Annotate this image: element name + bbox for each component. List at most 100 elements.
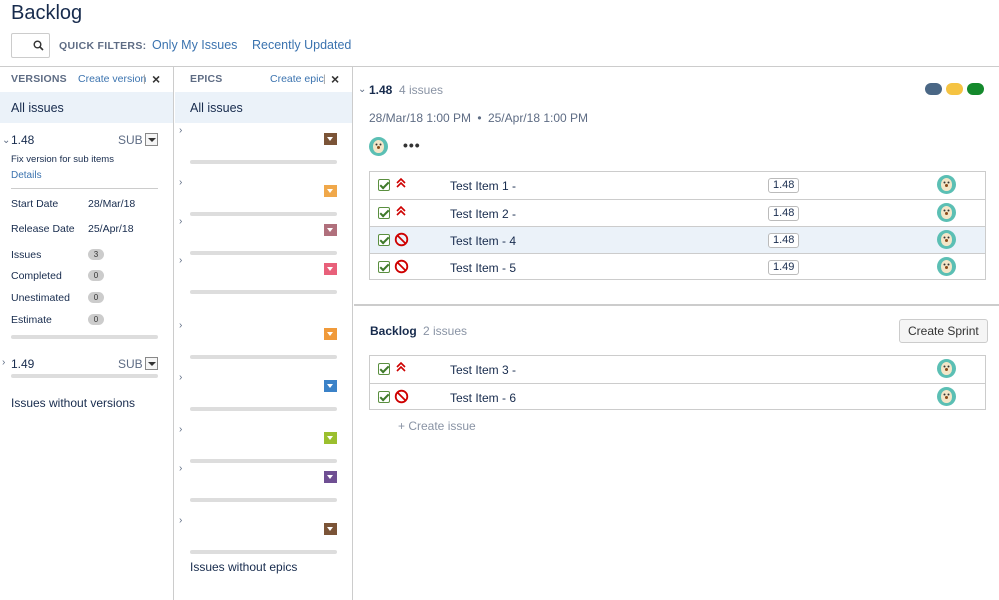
backlog-issue-list: Test Item 3 - Test Item - 6 xyxy=(369,355,986,410)
assignee-avatar[interactable] xyxy=(937,257,956,276)
issue-summary[interactable]: Test Item 1 - xyxy=(450,179,516,193)
chevron-right-icon[interactable]: › xyxy=(179,320,182,331)
search-input[interactable] xyxy=(11,33,50,58)
version-tag: 1.48 xyxy=(768,233,800,248)
close-versions-icon[interactable]: × xyxy=(152,71,160,87)
versions-all-issues[interactable]: All issues xyxy=(0,92,173,123)
version-tag: 1.48 xyxy=(768,206,800,221)
version-dropdown-button[interactable] xyxy=(145,133,158,146)
all-issues-label: All issues xyxy=(190,101,243,115)
issues-count-badge: 3 xyxy=(88,249,104,260)
version-dropdown-button[interactable] xyxy=(145,357,158,370)
issue-row[interactable]: Test Item 2 - 1.48 xyxy=(370,199,985,226)
page-header: Backlog QUICK FILTERS: Only My Issues Re… xyxy=(0,0,999,66)
chevron-right-icon[interactable]: › xyxy=(179,463,182,474)
version-progress-bar xyxy=(11,374,158,378)
chevron-right-icon[interactable]: › xyxy=(179,216,182,227)
version-progress-bar xyxy=(11,335,158,339)
issue-summary[interactable]: Test Item - 5 xyxy=(450,261,516,275)
epic-dropdown-button[interactable] xyxy=(324,380,337,392)
filter-recently-updated[interactable]: Recently Updated xyxy=(252,38,351,52)
chevron-right-icon[interactable]: › xyxy=(179,255,182,266)
create-version-link[interactable]: Create version xyxy=(78,73,146,85)
epic-progress-bar xyxy=(190,459,337,463)
estimate-label: Estimate xyxy=(11,314,52,326)
issues-without-versions[interactable]: Issues without versions xyxy=(11,396,135,410)
issue-row[interactable]: Test Item - 4 1.48 xyxy=(370,226,985,253)
epic-dropdown-button[interactable] xyxy=(324,432,337,444)
version-sub-label: SUB xyxy=(118,133,143,147)
epic-dropdown-button[interactable] xyxy=(324,263,337,275)
chevron-down-icon[interactable]: ⌄ xyxy=(358,84,366,95)
task-type-icon xyxy=(378,261,390,273)
quick-filters-label: QUICK FILTERS: xyxy=(59,40,147,52)
completed-label: Completed xyxy=(11,270,62,282)
task-type-icon xyxy=(378,207,390,219)
highest-icon xyxy=(395,361,407,376)
assignee-avatar[interactable] xyxy=(937,387,956,406)
issue-row[interactable]: Test Item - 6 xyxy=(370,383,985,410)
issue-summary[interactable]: Test Item 3 - xyxy=(450,363,516,377)
epic-dropdown-button[interactable] xyxy=(324,471,337,483)
version-details-link[interactable]: Details xyxy=(11,170,42,181)
backlog-issue-count: 2 issues xyxy=(423,324,468,338)
issue-row[interactable]: Test Item 3 - xyxy=(370,356,985,383)
epics-all-issues[interactable]: All issues xyxy=(175,92,352,123)
separator: | xyxy=(323,73,326,85)
epics-title: EPICS xyxy=(190,73,223,85)
sprint-end-date: 25/Apr/18 1:00 PM xyxy=(487,111,589,125)
epic-progress-bar xyxy=(190,498,337,502)
epics-panel: EPICS Create epic | × All issues › › › › › › ›… xyxy=(175,67,353,600)
assignee-avatar[interactable] xyxy=(937,203,956,222)
assignee-avatar[interactable] xyxy=(937,230,956,249)
epic-dropdown-button[interactable] xyxy=(324,133,337,145)
create-epic-link[interactable]: Create epic xyxy=(270,73,324,85)
chevron-right-icon[interactable]: › xyxy=(179,177,182,188)
sprint-start-date: 28/Mar/18 1:00 PM xyxy=(369,111,472,125)
chevron-right-icon[interactable]: › xyxy=(179,125,182,136)
version-name[interactable]: 1.48 xyxy=(11,133,34,147)
create-issue-link[interactable]: + Create issue xyxy=(398,419,476,433)
sprint-assignee-avatar[interactable] xyxy=(369,137,388,156)
epic-dropdown-button[interactable] xyxy=(324,185,337,197)
epic-dropdown-button[interactable] xyxy=(324,523,337,535)
chevron-right-icon[interactable]: › xyxy=(179,424,182,435)
chevron-right-icon[interactable]: › xyxy=(179,515,182,526)
highest-icon xyxy=(395,177,407,192)
epic-progress-bar xyxy=(190,550,337,554)
epic-progress-bar xyxy=(190,355,337,359)
create-sprint-button[interactable]: Create Sprint xyxy=(899,319,988,343)
chevron-right-icon[interactable]: › xyxy=(179,372,182,383)
issue-summary[interactable]: Test Item 2 - xyxy=(450,207,516,221)
date-separator: • xyxy=(477,111,482,125)
version-sub-label: SUB xyxy=(118,357,143,371)
issue-row[interactable]: Test Item - 5 1.49 xyxy=(370,253,985,280)
sprint-name[interactable]: 1.48 xyxy=(369,83,392,97)
start-date-label: Start Date xyxy=(11,198,59,210)
epic-dropdown-button[interactable] xyxy=(324,328,337,340)
epic-progress-bar xyxy=(190,290,337,294)
blocker-icon xyxy=(394,389,409,407)
epic-progress-bar xyxy=(190,160,337,164)
version-name[interactable]: 1.49 xyxy=(11,357,34,371)
issue-summary[interactable]: Test Item - 4 xyxy=(450,234,516,248)
issue-summary[interactable]: Test Item - 6 xyxy=(450,391,516,405)
task-type-icon xyxy=(378,363,390,375)
estimate-count-badge: 0 xyxy=(88,314,104,325)
completed-count-badge: 0 xyxy=(88,270,104,281)
version-description: Fix version for sub items xyxy=(11,154,114,165)
chevron-down-icon[interactable]: ⌄ xyxy=(2,135,10,146)
chevron-right-icon[interactable]: › xyxy=(2,357,5,368)
more-actions-icon[interactable]: ••• xyxy=(403,137,421,153)
filter-only-my-issues[interactable]: Only My Issues xyxy=(152,38,237,52)
task-type-icon xyxy=(378,391,390,403)
start-date-value: 28/Mar/18 xyxy=(88,198,136,210)
blocker-icon xyxy=(394,232,409,250)
epic-dropdown-button[interactable] xyxy=(324,224,337,236)
assignee-avatar[interactable] xyxy=(937,175,956,194)
assignee-avatar[interactable] xyxy=(937,359,956,378)
issues-without-epics[interactable]: Issues without epics xyxy=(190,560,297,574)
issue-row[interactable]: Test Item 1 - 1.48 xyxy=(370,172,985,199)
close-epics-icon[interactable]: × xyxy=(331,71,339,87)
version-tag: 1.49 xyxy=(768,260,800,275)
